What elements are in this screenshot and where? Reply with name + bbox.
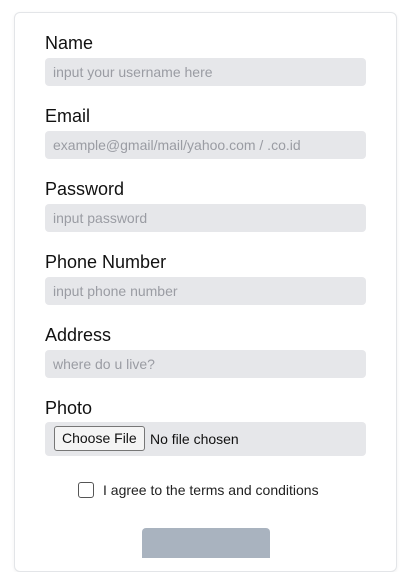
email-input[interactable] bbox=[45, 131, 366, 159]
address-input[interactable] bbox=[45, 350, 366, 378]
photo-label: Photo bbox=[45, 398, 93, 418]
choose-file-button[interactable]: Choose File bbox=[54, 426, 145, 451]
file-status-text: No file chosen bbox=[150, 431, 239, 447]
email-label: Email bbox=[45, 106, 91, 126]
terms-checkbox[interactable] bbox=[78, 482, 94, 498]
name-input[interactable] bbox=[45, 58, 366, 86]
phone-input[interactable] bbox=[45, 277, 366, 305]
address-label: Address bbox=[45, 325, 112, 345]
phone-label: Phone Number bbox=[45, 252, 167, 272]
password-input[interactable] bbox=[45, 204, 366, 232]
name-label: Name bbox=[45, 33, 94, 53]
photo-file-input: Choose File No file chosen bbox=[45, 422, 366, 456]
terms-label: I agree to the terms and conditions bbox=[103, 482, 319, 498]
password-label: Password bbox=[45, 179, 125, 199]
submit-button[interactable] bbox=[142, 528, 270, 558]
